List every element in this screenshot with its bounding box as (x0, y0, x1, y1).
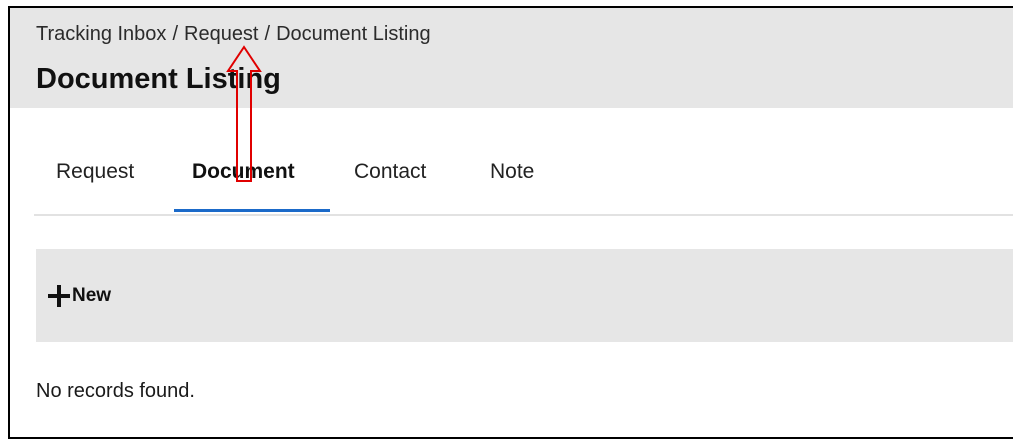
tab-bar: Request Document Contact Note (34, 140, 1013, 216)
listing-toolbar: New (36, 249, 1013, 342)
new-button-label: New (72, 285, 112, 306)
tab-document[interactable]: Document (192, 160, 295, 184)
tab-request[interactable]: Request (56, 160, 134, 184)
tab-contact[interactable]: Contact (354, 160, 426, 184)
page-header: Tracking Inbox / Request / Document Listing … (10, 8, 1013, 108)
page-title: Document Listing (36, 63, 281, 95)
breadcrumb-item-document-listing: Document Listing (276, 23, 431, 45)
tab-note[interactable]: Note (490, 160, 534, 184)
breadcrumb: Tracking Inbox / Request / Document Listing (36, 23, 431, 46)
new-button[interactable]: New (48, 280, 111, 312)
breadcrumb-item-request[interactable]: Request (184, 23, 259, 46)
breadcrumb-separator: / (172, 23, 178, 45)
plus-icon (48, 285, 70, 307)
breadcrumb-separator: / (264, 23, 271, 45)
active-tab-indicator (174, 209, 330, 212)
app-frame: Tracking Inbox / Request / Document Listing … (8, 6, 1013, 439)
empty-state-message: No records found. (36, 380, 195, 402)
breadcrumb-item-tracking-inbox[interactable]: Tracking Inbox (36, 23, 166, 46)
